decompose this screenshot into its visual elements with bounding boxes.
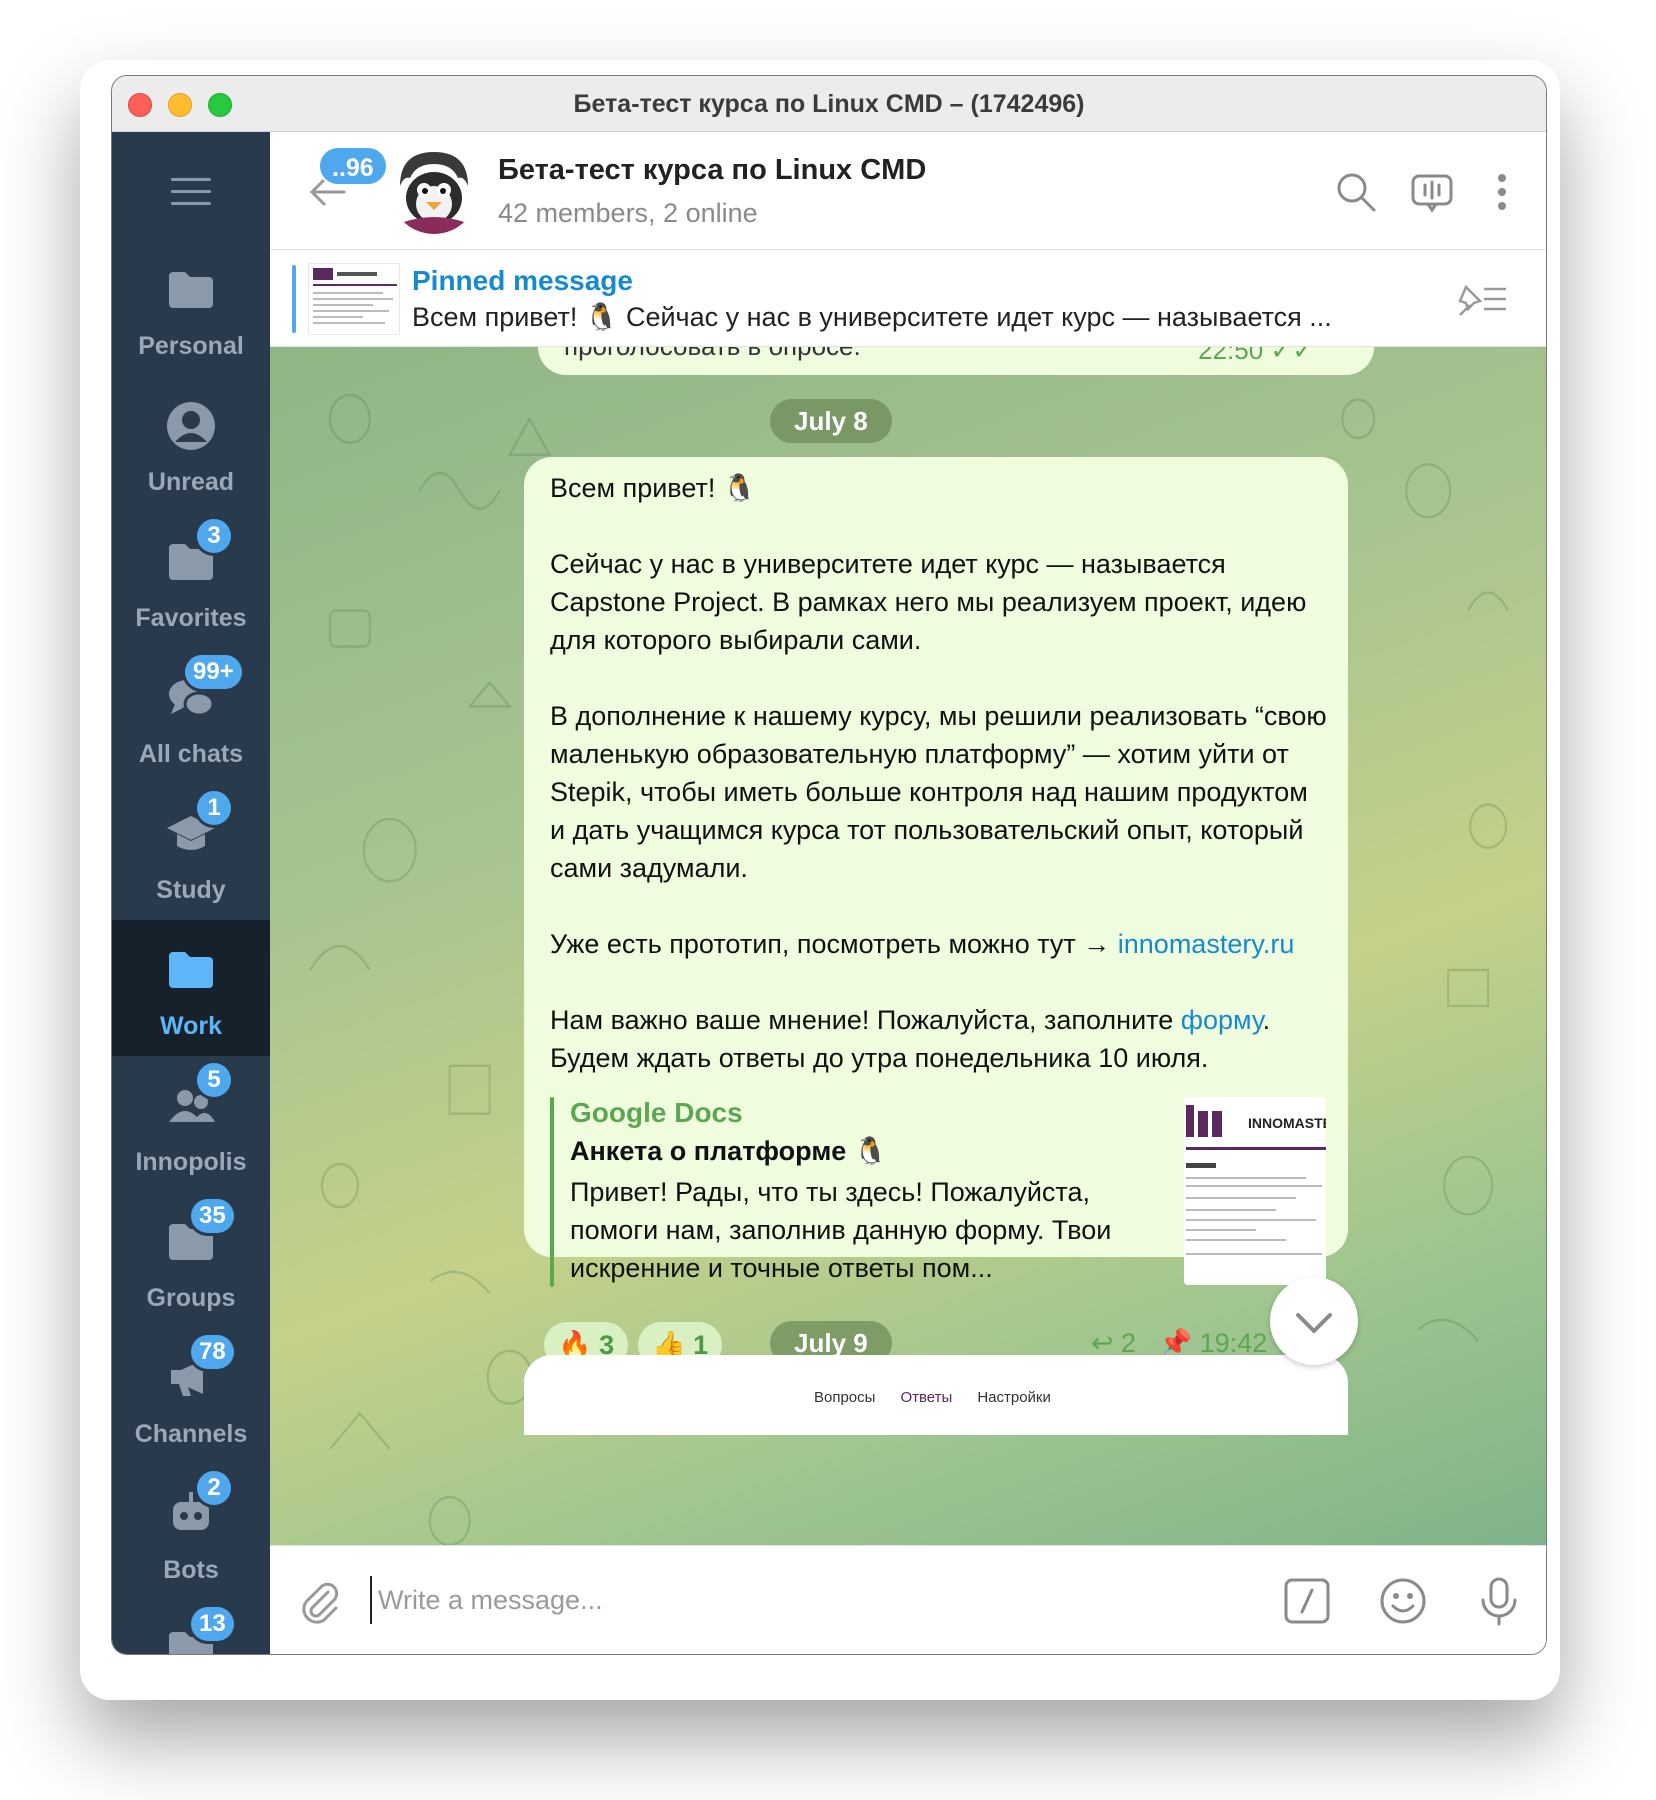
message-text: проголосовать в опросе.: [564, 347, 861, 362]
chat-avatar[interactable]: [390, 146, 478, 234]
folder-label: All chats: [138, 740, 244, 768]
preview-title: Анкета о платформе 🐧: [570, 1136, 888, 1166]
message-paragraph: Нам важно ваше мнение! Пожалуйста, запол…: [550, 1005, 1271, 1073]
message-paragraph: Всем привет! 🐧: [550, 473, 757, 503]
message-input[interactable]: [370, 1576, 1090, 1624]
message-body: Всем привет! 🐧 Сейчас у нас в университе…: [550, 469, 1330, 1115]
folder-icon: [169, 272, 213, 308]
folder-work[interactable]: Work: [112, 920, 270, 1056]
pinned-message-bar[interactable]: Pinned message Всем привет! 🐧 Сейчас у н…: [270, 251, 1546, 347]
folder-unread[interactable]: Unread: [112, 376, 270, 512]
preview-accent-bar: [550, 1097, 554, 1287]
reply-icon[interactable]: ↩: [1091, 1328, 1114, 1358]
pinned-title: Pinned message: [412, 265, 633, 296]
folder-all-chats[interactable]: 99+ All chats: [112, 648, 270, 784]
date-separator: July 8: [770, 399, 892, 443]
person-icon: [167, 402, 215, 450]
folder-label: Unread: [147, 468, 235, 496]
telegram-window: Бета-тест курса по Linux CMD – (1742496)…: [111, 75, 1547, 1655]
reply-count[interactable]: 2: [1121, 1328, 1136, 1358]
document-preview-icon: [309, 264, 399, 334]
scroll-to-bottom-button[interactable]: [1270, 1277, 1358, 1365]
message-paragraph: Сейчас у нас в университете идет курс — …: [550, 549, 1307, 655]
unread-badge: 99+: [182, 652, 245, 692]
unread-badge: 5: [194, 1060, 234, 1100]
emoji-icon[interactable]: [1378, 1576, 1428, 1626]
chat-members-status: 42 members, 2 online: [498, 198, 758, 228]
pin-icon: 📌: [1158, 1328, 1193, 1358]
folder-bots[interactable]: 2 Bots: [112, 1464, 270, 1600]
message-bubble-next[interactable]: Вопросы Ответы Настройки: [524, 1355, 1348, 1435]
search-icon[interactable]: [1334, 170, 1378, 214]
chat-header: ..96 Бета-тест курса по Linux CMD 42 mem…: [270, 132, 1546, 250]
pinned-text: Всем привет! 🐧 Сейчас у нас в университе…: [412, 302, 1332, 332]
unread-badge: 35: [188, 1196, 237, 1236]
message-bubble[interactable]: Всем привет! 🐧 Сейчас у нас в университе…: [524, 457, 1348, 1368]
folder-icon: [169, 952, 213, 988]
preview-site-name: Google Docs: [570, 1097, 743, 1128]
folder-groups[interactable]: 35 Groups: [112, 1192, 270, 1328]
more-options-icon[interactable]: [1480, 170, 1524, 214]
form-link[interactable]: форму: [1181, 1005, 1263, 1035]
folder-study[interactable]: 1 Study: [112, 784, 270, 920]
message-time: 19:42: [1199, 1328, 1268, 1358]
attach-icon[interactable]: [294, 1576, 342, 1624]
chat-messages-area[interactable]: проголосовать в опросе. 22:50 ✓✓ July 8 …: [270, 347, 1546, 1545]
preview-brand-text: INNOMASTERY: [1248, 1115, 1326, 1131]
unread-badge: 13: [188, 1604, 237, 1644]
microphone-icon[interactable]: [1474, 1576, 1524, 1626]
folder-innopolis[interactable]: 5 Innopolis: [112, 1056, 270, 1192]
folder-label: Personal: [138, 332, 244, 360]
penguin-avatar-icon: [390, 146, 478, 234]
unread-count-badge: ..96: [318, 146, 388, 186]
screenshot-tabs: Вопросы Ответы Настройки: [814, 1389, 1051, 1406]
menu-icon[interactable]: [171, 178, 211, 208]
innomastery-link[interactable]: innomastery.ru: [1118, 929, 1295, 959]
unread-badge: 3: [194, 516, 234, 556]
folder-label: Bots: [163, 1556, 219, 1584]
folder-favorites[interactable]: 3 Favorites: [112, 512, 270, 648]
message-time: 22:50 ✓✓: [1198, 347, 1314, 365]
folder-label: Study: [156, 876, 226, 904]
folders-sidebar: Personal Unread 3 Favorites 99+ All chat…: [112, 132, 270, 1654]
message-paragraph: Уже есть прототип, посмотреть можно тут …: [550, 929, 1295, 959]
unread-badge: 1: [194, 788, 234, 828]
title-bar: Бета-тест курса по Linux CMD – (1742496): [112, 76, 1546, 132]
folder-label: Favorites: [135, 604, 247, 632]
folder-label: Innopolis: [135, 1148, 247, 1176]
bot-commands-icon[interactable]: [1282, 1576, 1332, 1626]
message-paragraph: В дополнение к нашему курсу, мы решили р…: [550, 701, 1327, 883]
link-preview[interactable]: Google Docs Анкета о платформе 🐧 Привет!…: [550, 1097, 1326, 1287]
folder-label: Channels: [134, 1420, 248, 1448]
unread-badge: 2: [194, 1468, 234, 1508]
folder-label: Groups: [146, 1284, 236, 1312]
folder-label: Work: [159, 1012, 223, 1040]
window-title: Бета-тест курса по Linux CMD – (1742496): [573, 90, 1085, 118]
pinned-indicator: [292, 265, 296, 333]
folder-personal[interactable]: Personal: [112, 240, 270, 376]
unread-badge: 78: [188, 1332, 237, 1372]
message-bubble-previous[interactable]: проголосовать в опросе. 22:50 ✓✓: [538, 347, 1374, 375]
pinned-list-icon[interactable]: [1454, 279, 1510, 319]
chevron-down-icon: [1296, 1313, 1332, 1333]
preview-description: Привет! Рады, что ты здесь! Пожалуйста, …: [570, 1177, 1112, 1283]
folder-channels[interactable]: 78 Channels: [112, 1328, 270, 1464]
message-composer: [270, 1545, 1546, 1654]
chat-title[interactable]: Бета-тест курса по Linux CMD: [498, 154, 926, 187]
live-stream-icon[interactable]: [1410, 170, 1454, 214]
pinned-thumbnail: [308, 263, 400, 335]
folder-more[interactable]: 13: [112, 1600, 270, 1654]
preview-thumbnail: INNOMASTERY: [1184, 1097, 1326, 1285]
